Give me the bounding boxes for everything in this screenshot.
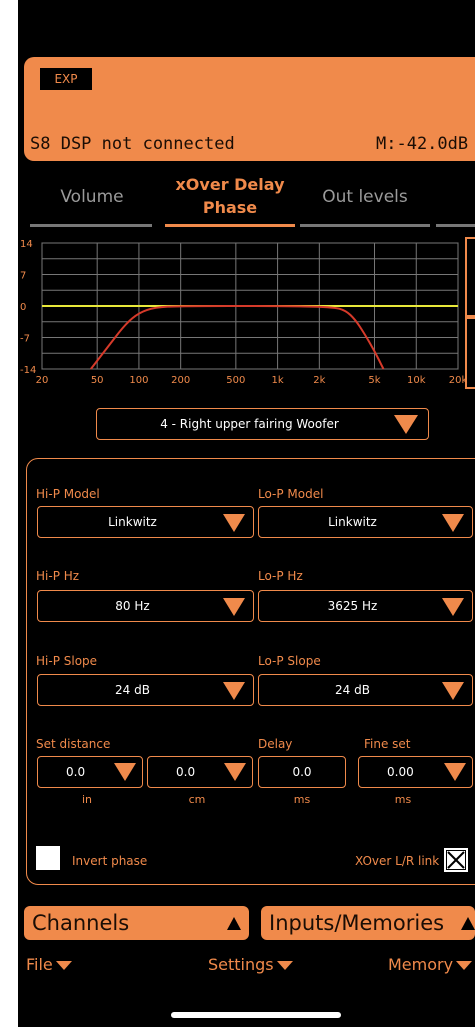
channel-select-value: 4 - Right upper fairing Woofer [160,417,339,431]
hip-slope-label: Hi-P Slope [36,654,98,668]
tab-xover-delay-phase[interactable]: xOver Delay Phase [165,173,295,219]
tab-out-underline [300,224,430,227]
lop-hz-value: 3625 Hz [327,599,378,613]
y-tick-label: -7 [20,334,30,345]
x-tick-label: 10k [407,375,426,386]
lop-slope-select[interactable]: 24 dB [258,674,473,706]
x-tick-label: 1k [272,375,284,386]
fine-set-unit: ms [394,793,412,806]
distance-cm-unit: cm [188,793,206,806]
hip-model-select[interactable]: Linkwitz [37,506,254,538]
x-tick-label: 500 [226,375,245,386]
distance-label: Set distance [36,737,111,751]
hip-model-value: Linkwitz [108,515,157,529]
tab-out-levels[interactable]: Out levels [300,185,430,209]
chevron-down-icon [442,598,464,616]
memory-menu-label: Memory [388,955,454,974]
app-screen: EXP S8 DSP not connected M:-42.0dB Volum… [18,0,475,1027]
channel-select[interactable]: 4 - Right upper fairing Woofer [96,408,429,440]
home-indicator[interactable] [171,1012,341,1018]
xover-link-checkbox[interactable] [444,848,468,872]
chevron-up-icon [461,917,475,930]
delay-field[interactable]: 0.0 [258,756,346,788]
chevron-down-icon [456,961,473,970]
x-tick-label: 100 [129,375,148,386]
memory-menu[interactable]: Memory [388,955,473,974]
lop-slope-label: Lo-P Slope [258,654,321,668]
tab-xover-line2: Phase [202,198,258,217]
hip-hz-value: 80 Hz [115,599,150,613]
chevron-down-icon [276,961,293,970]
crossover-response-graph: 1470-7-14 20 50 100 200 500 1k 2k 5k 10k 20k [20,239,468,386]
channels-button[interactable]: Channels [24,906,249,940]
y-tick-label: 7 [20,271,26,282]
x-tick-label: 50 [91,375,104,386]
y-axis-labels: 14 7 0 -7 -14 [20,239,36,376]
x-tick-label: 5k [368,375,380,386]
tab-xover-underline [165,224,295,227]
tab-more-underline [436,224,475,227]
lop-hz-select[interactable]: 3625 Hz [258,590,473,622]
connection-status: S8 DSP not connected [30,134,235,154]
tab-volume-underline [30,224,152,227]
x-tick-label: 20 [36,375,49,386]
checkmark-x-icon [445,849,467,871]
chevron-down-icon [223,598,245,616]
x-tick-label: 2k [313,375,325,386]
inputs-memories-label: Inputs/Memories [269,911,445,935]
level-meter-readout: M:-42.0dB [376,134,469,154]
fine-set-label: Fine set [364,737,411,751]
x-tick-label: 200 [171,375,190,386]
chevron-down-icon [223,514,245,532]
chevron-down-icon [55,961,72,970]
distance-in-select[interactable]: 0.0 [37,756,143,788]
side-panel-edge-upper[interactable] [465,237,475,317]
lop-slope-value: 24 dB [335,683,370,697]
exp-button[interactable]: EXP [40,68,92,90]
hip-hz-label: Hi-P Hz [36,569,80,583]
hip-hz-select[interactable]: 80 Hz [37,590,254,622]
chevron-down-icon [224,763,246,781]
tab-xover-line1: xOver Delay [175,175,285,194]
hip-model-label: Hi-P Model [36,487,100,501]
distance-cm-select[interactable]: 0.0 [147,756,253,788]
fine-set-select[interactable]: 0.00 [358,756,473,788]
side-panel-edge-lower[interactable] [465,317,475,389]
lop-hz-label: Lo-P Hz [258,569,303,583]
status-panel: EXP S8 DSP not connected M:-42.0dB [24,57,475,161]
y-tick-label: -14 [20,365,36,376]
chevron-up-icon [227,917,241,930]
chevron-down-icon [394,415,418,434]
tab-volume[interactable]: Volume [32,185,152,209]
settings-menu[interactable]: Settings [208,955,293,974]
chevron-down-icon [442,514,464,532]
hip-slope-value: 24 dB [115,683,150,697]
invert-phase-label: Invert phase [72,854,148,868]
chevron-down-icon [442,682,464,700]
lop-model-label: Lo-P Model [258,487,324,501]
fine-set-value: 0.00 [387,765,414,779]
x-axis-labels: 20 50 100 200 500 1k 2k 5k 10k 20k [36,375,468,386]
hip-slope-select[interactable]: 24 dB [37,674,254,706]
distance-in-value: 0.0 [66,765,86,779]
invert-phase-checkbox[interactable] [36,846,60,870]
file-menu[interactable]: File [26,955,72,974]
inputs-memories-button[interactable]: Inputs/Memories [261,906,475,940]
y-tick-label: 0 [20,302,26,313]
chevron-down-icon [444,763,466,781]
lop-model-select[interactable]: Linkwitz [258,506,473,538]
settings-menu-label: Settings [208,955,274,974]
file-menu-label: File [26,955,53,974]
chevron-down-icon [223,682,245,700]
chevron-down-icon [114,763,136,781]
lop-model-value: Linkwitz [328,515,377,529]
distance-cm-value: 0.0 [176,765,196,779]
distance-in-unit: in [81,793,93,806]
xover-link-label: XOver L/R link [355,854,440,868]
y-tick-label: 14 [20,239,33,250]
delay-label: Delay [258,737,293,751]
channels-label: Channels [32,911,130,935]
delay-unit: ms [293,793,311,806]
